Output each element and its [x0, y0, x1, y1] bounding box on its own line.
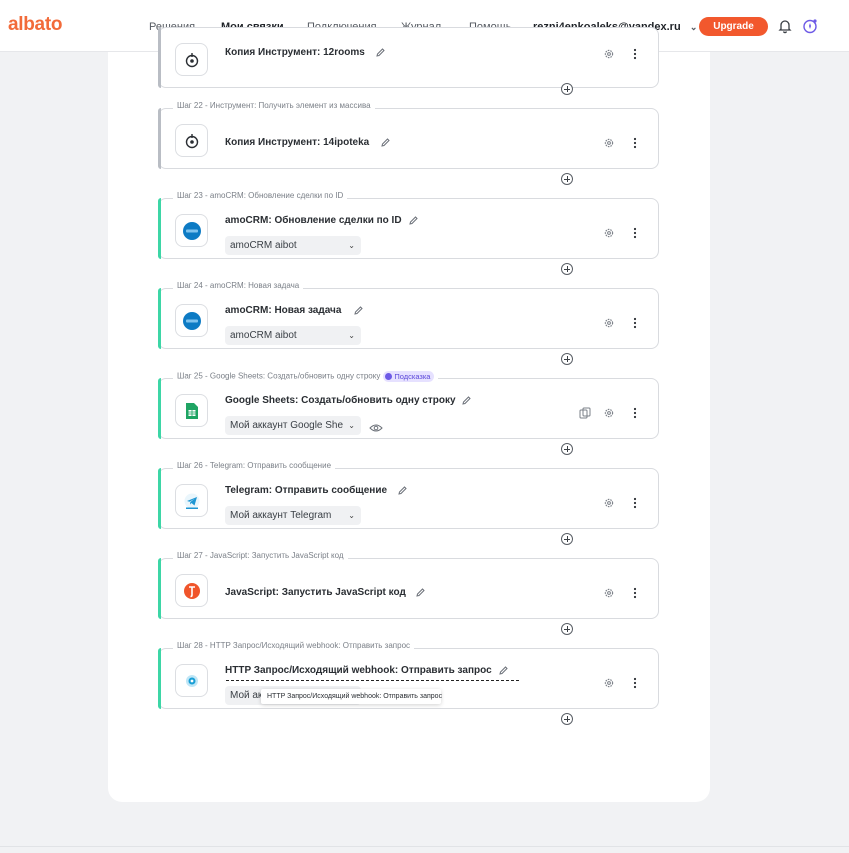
- http-webhook-icon: [175, 664, 208, 697]
- step-status-bar: [158, 198, 161, 259]
- gear-icon[interactable]: [603, 48, 615, 60]
- step-status-bar: [158, 648, 161, 709]
- step-label: Шаг 25 - Google Sheets: Создать/обновить…: [177, 371, 381, 381]
- add-step-button[interactable]: [561, 623, 573, 635]
- account-select[interactable]: Мой аккаунт Telegram ⌄: [225, 506, 361, 525]
- amocrm-icon: [175, 304, 208, 337]
- account-select-value: Мой аккаунт Google She: [230, 420, 344, 431]
- bottom-divider: [0, 846, 849, 847]
- edit-pencil-icon[interactable]: [408, 215, 419, 226]
- edit-pencil-icon[interactable]: [498, 665, 509, 676]
- step-label: Шаг 24 - amoCRM: Новая задача: [173, 281, 304, 290]
- more-options-icon[interactable]: [633, 587, 637, 599]
- add-step-button[interactable]: [561, 443, 573, 455]
- amocrm-icon: [175, 214, 208, 247]
- add-step-button[interactable]: [561, 263, 573, 275]
- account-select-value: amoCRM aibot: [230, 240, 297, 251]
- more-options-icon[interactable]: [633, 317, 637, 329]
- edit-pencil-icon[interactable]: [397, 485, 408, 496]
- more-options-icon[interactable]: [633, 137, 637, 149]
- step-card[interactable]: Шаг 24 - amoCRM: Новая задача amoCRM: Но…: [158, 281, 659, 365]
- more-options-icon[interactable]: [633, 677, 637, 689]
- eye-icon[interactable]: [369, 423, 383, 433]
- more-options-icon[interactable]: [633, 497, 637, 509]
- chevron-down-icon: ⌄: [348, 241, 355, 250]
- step-status-bar: [158, 558, 161, 619]
- ai-assistant-icon[interactable]: [802, 18, 818, 34]
- step-status-bar: [158, 378, 161, 439]
- step-card[interactable]: Шаг 25 - Google Sheets: Создать/обновить…: [158, 371, 659, 455]
- step-card[interactable]: Шаг 27 - JavaScript: Запустить JavaScrip…: [158, 551, 659, 635]
- more-options-icon[interactable]: [633, 407, 637, 419]
- step-card[interactable]: Шаг 26 - Telegram: Отправить сообщение T…: [158, 461, 659, 545]
- step-title: Копия Инструмент: 14ipoteka: [225, 137, 370, 148]
- hint-icon: [385, 373, 393, 380]
- more-options-icon[interactable]: [633, 227, 637, 239]
- gear-icon[interactable]: [603, 407, 615, 419]
- edit-pencil-icon[interactable]: [415, 587, 426, 598]
- add-step-button[interactable]: [561, 713, 573, 725]
- step-status-bar: [158, 108, 161, 169]
- hint-label: Подсказка: [394, 372, 431, 381]
- title-truncation-underline: [226, 680, 519, 681]
- chevron-down-icon: ⌄: [348, 511, 355, 520]
- add-step-button[interactable]: [561, 353, 573, 365]
- chevron-down-icon: ⌄: [348, 331, 355, 340]
- more-options-icon[interactable]: [633, 48, 637, 60]
- account-select[interactable]: Мой аккаунт Google She ⌄: [225, 416, 361, 435]
- step-label: Шаг 27 - JavaScript: Запустить JavaScrip…: [173, 551, 348, 560]
- bell-icon[interactable]: [777, 18, 793, 34]
- edit-pencil-icon[interactable]: [353, 305, 364, 316]
- tool-icon: [175, 43, 208, 76]
- google-sheets-icon: [175, 394, 208, 427]
- step-label: Шаг 22 - Инструмент: Получить элемент из…: [173, 101, 375, 110]
- gear-icon[interactable]: [603, 587, 615, 599]
- step-card[interactable]: Копия Инструмент: 12rooms: [158, 27, 659, 95]
- telegram-icon: [175, 484, 208, 517]
- step-title: Копия Инструмент: 12rooms: [225, 47, 365, 58]
- edit-pencil-icon[interactable]: [375, 47, 386, 58]
- edit-pencil-icon[interactable]: [461, 395, 472, 406]
- step-status-bar: [158, 27, 161, 88]
- add-step-button[interactable]: [561, 173, 573, 185]
- account-select-value: Мой ак: [230, 690, 263, 701]
- edit-pencil-icon[interactable]: [380, 137, 391, 148]
- albato-logo[interactable]: albato: [8, 14, 62, 36]
- account-select-value: Мой аккаунт Telegram: [230, 510, 332, 521]
- gear-icon[interactable]: [603, 137, 615, 149]
- step-label: Шаг 26 - Telegram: Отправить сообщение: [173, 461, 336, 470]
- step-label: Шаг 28 - HTTP Запрос/Исходящий webhook: …: [173, 641, 415, 650]
- gear-icon[interactable]: [603, 677, 615, 689]
- upgrade-button[interactable]: Upgrade: [699, 17, 768, 36]
- step-title: Telegram: Отправить сообщение: [225, 485, 388, 496]
- step-card[interactable]: Шаг 22 - Инструмент: Получить элемент из…: [158, 101, 659, 185]
- step-card[interactable]: Шаг 23 - amoCRM: Обновление сделки по ID…: [158, 191, 659, 275]
- step-status-bar: [158, 288, 161, 349]
- add-step-button[interactable]: [561, 533, 573, 545]
- step-label: Шаг 23 - amoCRM: Обновление сделки по ID: [173, 191, 348, 200]
- chevron-down-icon: ⌄: [689, 22, 698, 32]
- add-step-button[interactable]: [561, 83, 573, 95]
- account-select[interactable]: amoCRM aibot ⌄: [225, 236, 361, 255]
- gear-icon[interactable]: [603, 227, 615, 239]
- step-title: Google Sheets: Создать/обновить одну стр…: [225, 395, 456, 406]
- step-title: JavaScript: Запустить JavaScript код: [225, 587, 406, 598]
- step-label-wrapper: Шаг 25 - Google Sheets: Создать/обновить…: [173, 371, 439, 382]
- step-title: HTTP Запрос/Исходящий webhook: Отправить…: [225, 665, 492, 676]
- javascript-icon: [175, 574, 208, 607]
- chevron-down-icon: ⌄: [348, 421, 355, 430]
- gear-icon[interactable]: [603, 497, 615, 509]
- step-title-tooltip: HTTP Запрос/Исходящий webhook: Отправить…: [261, 689, 442, 704]
- step-status-bar: [158, 468, 161, 529]
- gear-icon[interactable]: [603, 317, 615, 329]
- hint-badge[interactable]: Подсказка: [383, 371, 435, 382]
- step-title: amoCRM: Обновление сделки по ID: [225, 215, 402, 226]
- copy-icon[interactable]: [579, 407, 591, 419]
- tool-icon: [175, 124, 208, 157]
- step-title: amoCRM: Новая задача: [225, 305, 342, 316]
- account-select-value: amoCRM aibot: [230, 330, 297, 341]
- account-select[interactable]: amoCRM aibot ⌄: [225, 326, 361, 345]
